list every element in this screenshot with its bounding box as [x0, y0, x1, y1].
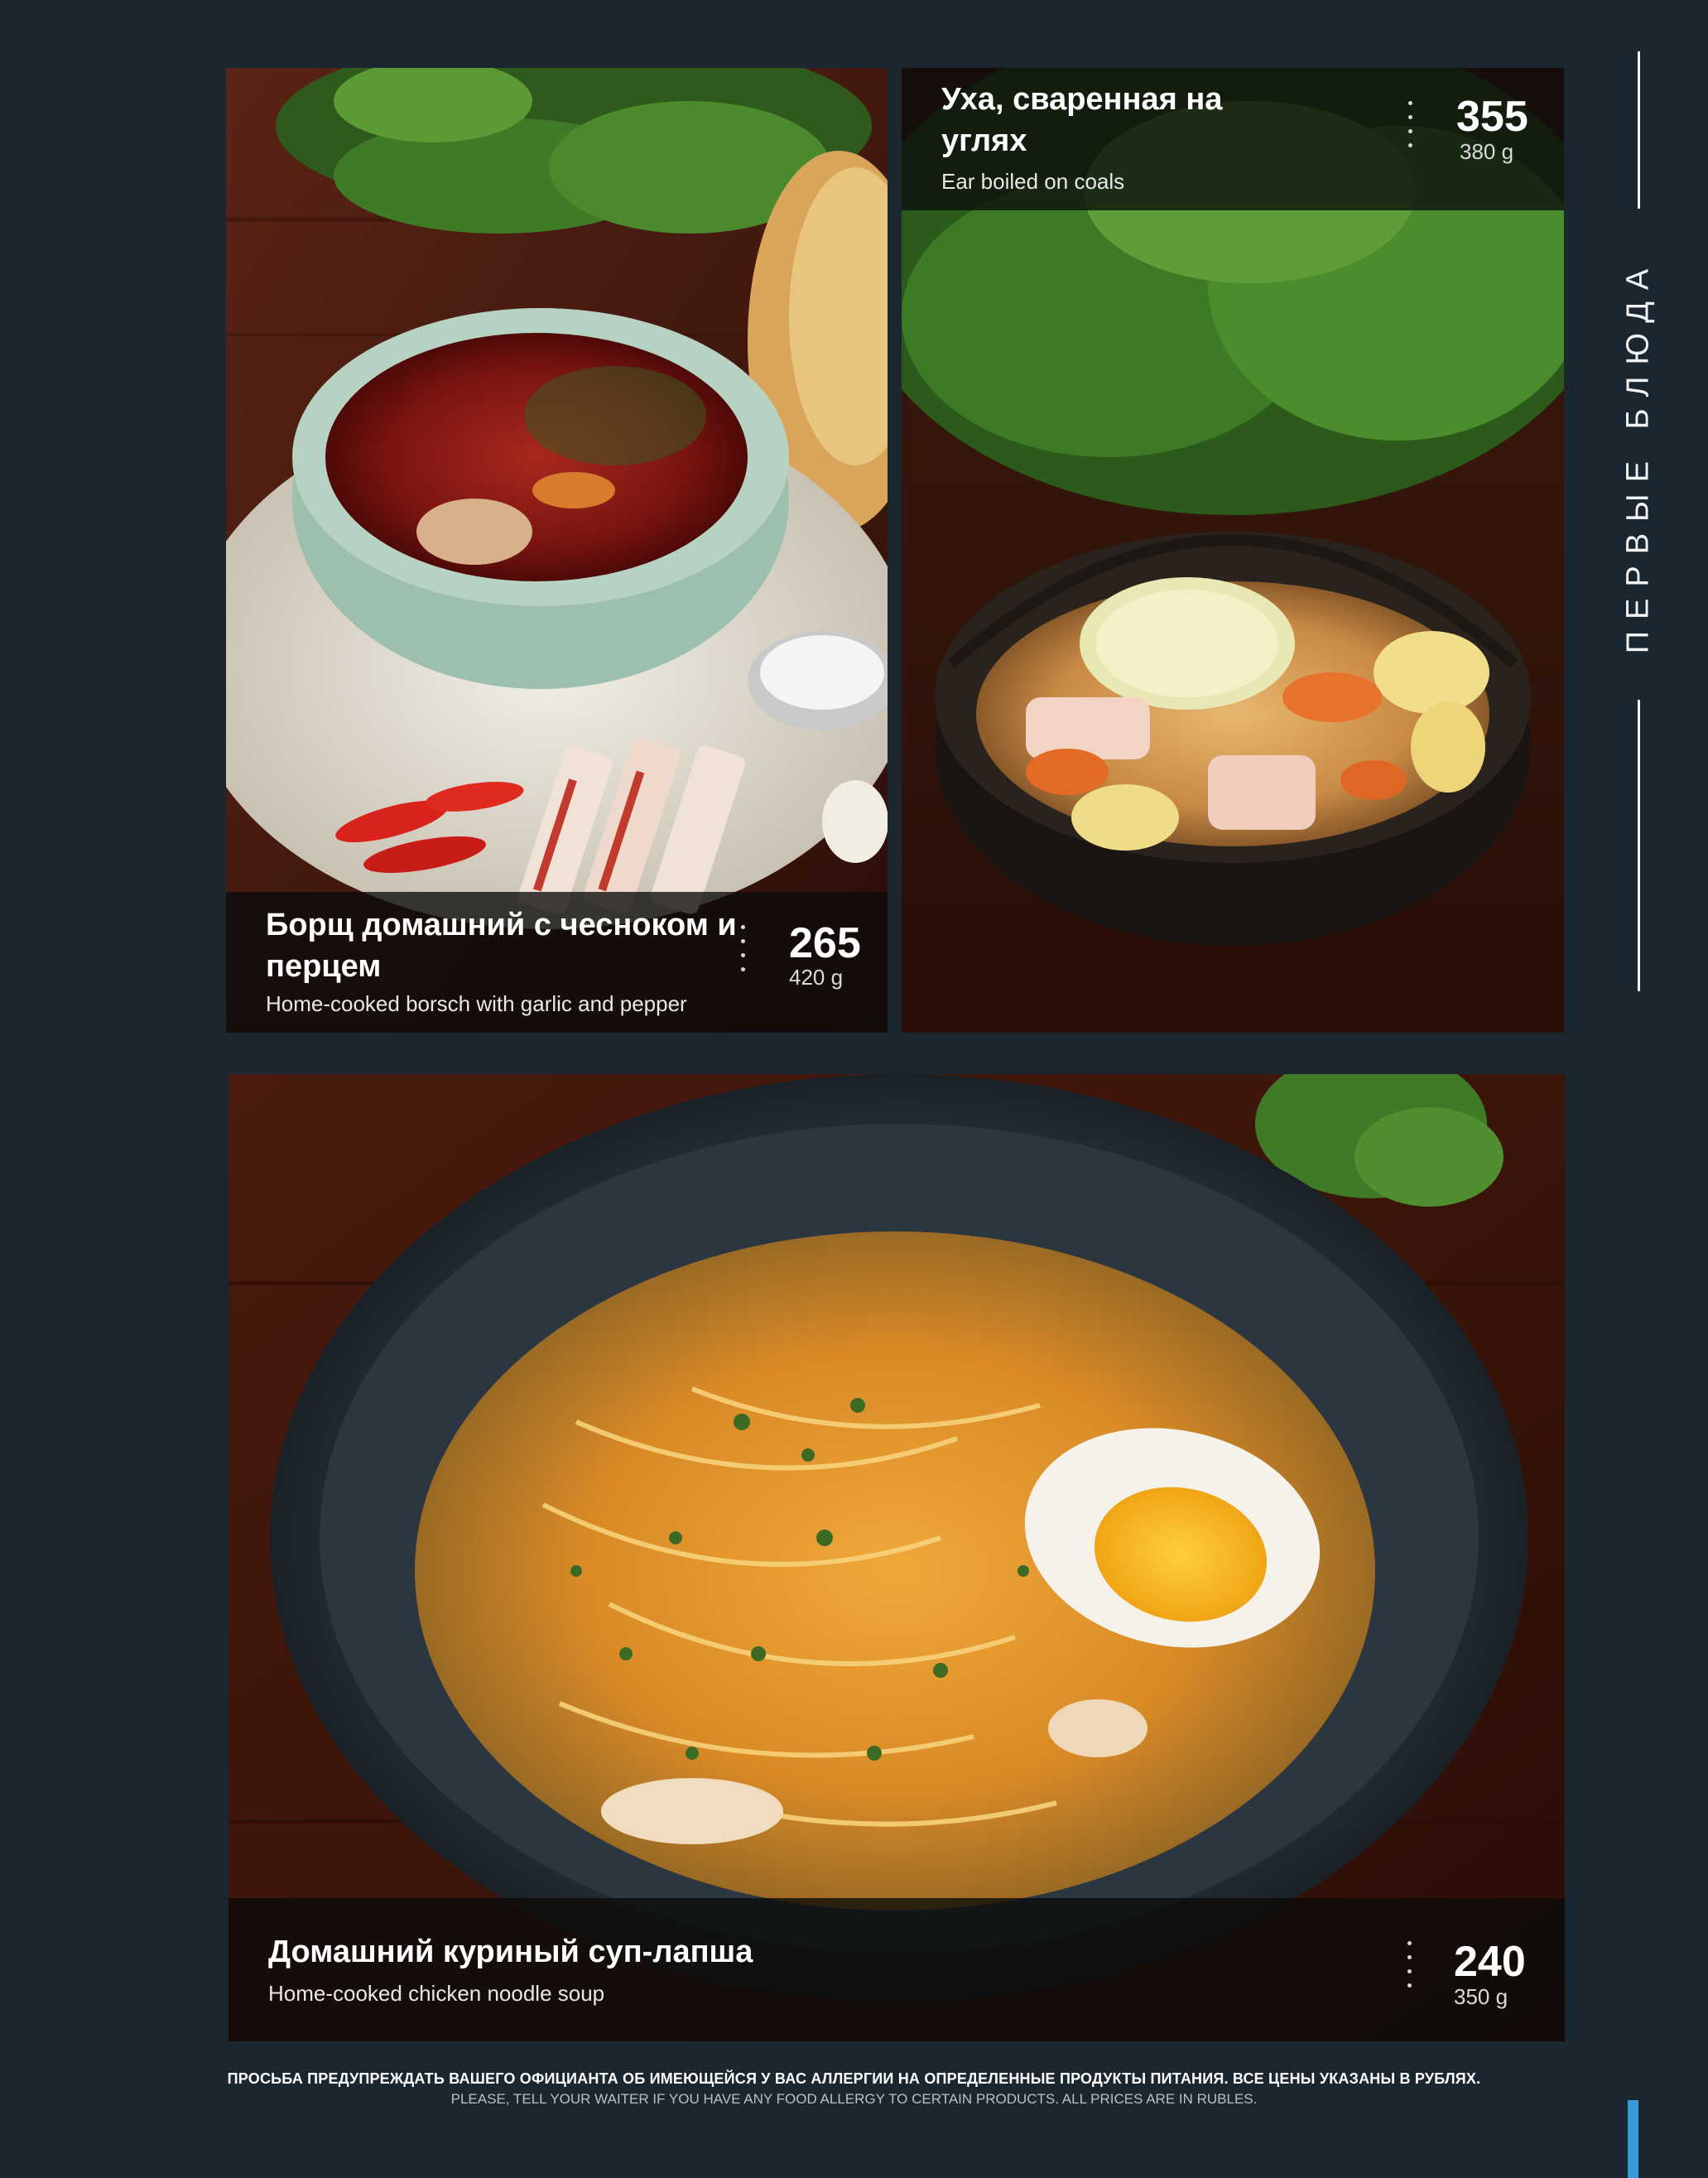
- dish-caption: Домашний куриный суп-лапша Home-cooked c…: [229, 1898, 1565, 2041]
- dish-name-en: Ear boiled on coals: [941, 169, 1125, 194]
- dish-name-ru: Борщ домашний с чесноком и перцем: [266, 908, 737, 984]
- allergy-notice-ru: ПРОСЬБА ПРЕДУПРЕЖДАТЬ ВАШЕГО ОФИЦИАНТА О…: [227, 2070, 1481, 2087]
- dish-name-ru: Уха, сваренная на углях: [941, 82, 1223, 158]
- dotted-separator: [1407, 1941, 1412, 1997]
- section-divider-bottom: [1638, 700, 1640, 991]
- dish-card-borsch[interactable]: Борщ домашний с чесноком и перцем Home-c…: [226, 68, 888, 1033]
- dish-caption: Уха, сваренная на углях Ear boiled on co…: [902, 68, 1564, 210]
- dotted-separator: [1408, 101, 1413, 157]
- chicken-noodle-soup-photo: [229, 1074, 1565, 2041]
- section-title-text: ПЕРВЫЕ БЛЮДА: [1620, 257, 1656, 654]
- dish-card-chicken-noodle-soup[interactable]: Домашний куриный суп-лапша Home-cooked c…: [229, 1074, 1565, 2041]
- section-divider-top: [1638, 51, 1640, 209]
- dish-price: 355: [1456, 93, 1528, 141]
- dish-name-ru: Домашний куриный суп-лапша: [268, 1935, 753, 1969]
- allergy-notice-en: PLEASE, TELL YOUR WAITER IF YOU HAVE ANY…: [450, 2091, 1258, 2107]
- dish-price: 240: [1454, 1938, 1526, 1986]
- dish-weight: 380 g: [1460, 139, 1514, 164]
- borsch-photo: [226, 68, 888, 1033]
- section-title: ПЕРВЫЕ БЛЮДА: [1609, 240, 1667, 671]
- dish-name-en: Home-cooked borsch with garlic and peppe…: [266, 991, 687, 1016]
- ukha-photo: [902, 68, 1564, 1033]
- page-accent-bar: [1628, 2100, 1638, 2178]
- dish-price: 265: [789, 919, 861, 967]
- dish-name-en: Home-cooked chicken noodle soup: [268, 1981, 605, 2006]
- dish-weight: 350 g: [1454, 1984, 1508, 2009]
- dotted-separator: [741, 925, 746, 981]
- dish-card-ukha[interactable]: Уха, сваренная на углях Ear boiled on co…: [902, 68, 1564, 1033]
- dish-caption: Борщ домашний с чесноком и перцем Home-c…: [226, 892, 888, 1033]
- dish-weight: 420 g: [789, 965, 844, 990]
